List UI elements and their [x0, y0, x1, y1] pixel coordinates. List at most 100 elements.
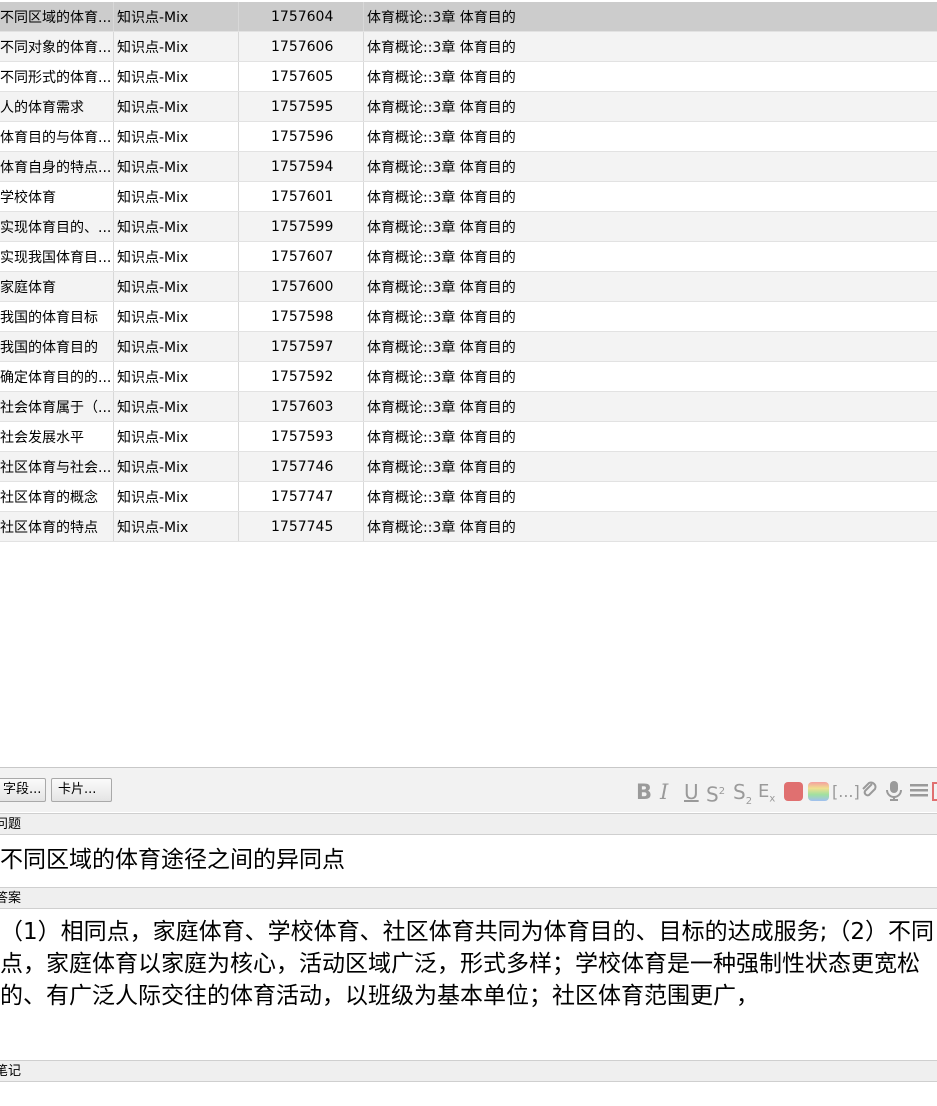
cards-button[interactable]: 卡片... [51, 778, 112, 802]
note-type-cell: 知识点-Mix [114, 452, 239, 482]
sort-field-cell: 确定体育目的的... [0, 362, 114, 392]
table-row[interactable]: 不同对象的体育...知识点-Mix1757606体育概论::3章 体育目的 [0, 32, 937, 62]
card-id-cell: 1757601 [239, 182, 364, 212]
deck-cell: 体育概论::3章 体育目的 [364, 302, 937, 332]
table-row[interactable]: 确定体育目的的...知识点-Mix1757592体育概论::3章 体育目的 [0, 362, 937, 392]
note-type-cell: 知识点-Mix [114, 182, 239, 212]
sort-field-cell: 不同对象的体育... [0, 32, 114, 62]
card-id-cell: 1757605 [239, 62, 364, 92]
card-id-cell: 1757598 [239, 302, 364, 332]
table-row[interactable]: 体育自身的特点...知识点-Mix1757594体育概论::3章 体育目的 [0, 152, 937, 182]
note-type-cell: 知识点-Mix [114, 302, 239, 332]
notes-field[interactable] [0, 1083, 937, 1106]
subscript-icon[interactable]: S2 [733, 780, 752, 804]
card-id-cell: 1757595 [239, 92, 364, 122]
card-id-cell: 1757596 [239, 122, 364, 152]
table-row[interactable]: 社区体育的概念知识点-Mix1757747体育概论::3章 体育目的 [0, 482, 937, 512]
deck-cell: 体育概论::3章 体育目的 [364, 2, 937, 32]
table-row[interactable]: 社区体育与社会...知识点-Mix1757746体育概论::3章 体育目的 [0, 452, 937, 482]
deck-cell: 体育概论::3章 体育目的 [364, 362, 937, 392]
note-type-cell: 知识点-Mix [114, 122, 239, 152]
sort-field-cell: 我国的体育目的 [0, 332, 114, 362]
superscript-icon[interactable]: S2 [706, 780, 725, 804]
sort-field-cell: 社区体育的概念 [0, 482, 114, 512]
note-type-cell: 知识点-Mix [114, 62, 239, 92]
table-row[interactable]: 实现我国体育目...知识点-Mix1757607体育概论::3章 体育目的 [0, 242, 937, 272]
highlight-icon[interactable] [808, 782, 829, 801]
menu-icon[interactable] [909, 780, 929, 804]
deck-cell: 体育概论::3章 体育目的 [364, 242, 937, 272]
attach-icon[interactable] [860, 780, 878, 804]
table-row[interactable]: 体育目的与体育...知识点-Mix1757596体育概论::3章 体育目的 [0, 122, 937, 152]
note-type-cell: 知识点-Mix [114, 362, 239, 392]
note-type-cell: 知识点-Mix [114, 422, 239, 452]
card-id-cell: 1757603 [239, 392, 364, 422]
underline-icon[interactable]: U [684, 780, 699, 804]
table-row[interactable]: 人的体育需求知识点-Mix1757595体育概论::3章 体育目的 [0, 92, 937, 122]
bold-icon[interactable]: B [636, 780, 652, 804]
card-list-body: 不同区域的体育...知识点-Mix1757604体育概论::3章 体育目的不同对… [0, 2, 937, 542]
deck-cell: 体育概论::3章 体育目的 [364, 332, 937, 362]
note-type-cell: 知识点-Mix [114, 272, 239, 302]
card-id-cell: 1757594 [239, 152, 364, 182]
editor-toolbar: 字段... 卡片... B I U S2 S2 Ex [...] [0, 768, 937, 812]
card-id-cell: 1757746 [239, 452, 364, 482]
deck-cell: 体育概论::3章 体育目的 [364, 392, 937, 422]
table-row[interactable]: 实现体育目的、...知识点-Mix1757599体育概论::3章 体育目的 [0, 212, 937, 242]
note-type-cell: 知识点-Mix [114, 2, 239, 32]
sort-field-cell: 家庭体育 [0, 272, 114, 302]
note-type-cell: 知识点-Mix [114, 242, 239, 272]
deck-cell: 体育概论::3章 体育目的 [364, 272, 937, 302]
table-row[interactable]: 学校体育知识点-Mix1757601体育概论::3章 体育目的 [0, 182, 937, 212]
card-id-cell: 1757592 [239, 362, 364, 392]
sort-field-cell: 人的体育需求 [0, 92, 114, 122]
answer-field[interactable]: （1）相同点，家庭体育、学校体育、社区体育共同为体育目的、目标的达成服务;（2）… [0, 916, 937, 1060]
deck-cell: 体育概论::3章 体育目的 [364, 452, 937, 482]
note-type-cell: 知识点-Mix [114, 212, 239, 242]
note-type-cell: 知识点-Mix [114, 92, 239, 122]
card-id-cell: 1757606 [239, 32, 364, 62]
deck-cell: 体育概论::3章 体育目的 [364, 512, 937, 542]
table-row[interactable]: 不同形式的体育...知识点-Mix1757605体育概论::3章 体育目的 [0, 62, 937, 92]
table-row[interactable]: 社会体育属于（...知识点-Mix1757603体育概论::3章 体育目的 [0, 392, 937, 422]
table-row[interactable]: 我国的体育目标知识点-Mix1757598体育概论::3章 体育目的 [0, 302, 937, 332]
note-type-cell: 知识点-Mix [114, 512, 239, 542]
sort-field-cell: 我国的体育目标 [0, 302, 114, 332]
clear-format-icon[interactable]: Ex [758, 780, 775, 804]
table-row[interactable]: 家庭体育知识点-Mix1757600体育概论::3章 体育目的 [0, 272, 937, 302]
sort-field-cell: 不同形式的体育... [0, 62, 114, 92]
sort-field-cell: 社会体育属于（... [0, 392, 114, 422]
note-type-cell: 知识点-Mix [114, 32, 239, 62]
card-id-cell: 1757597 [239, 332, 364, 362]
sort-field-cell: 社区体育与社会... [0, 452, 114, 482]
deck-cell: 体育概论::3章 体育目的 [364, 62, 937, 92]
deck-cell: 体育概论::3章 体育目的 [364, 122, 937, 152]
text-color-icon[interactable] [784, 782, 803, 801]
table-row[interactable]: 我国的体育目的知识点-Mix1757597体育概论::3章 体育目的 [0, 332, 937, 362]
table-row[interactable]: 不同区域的体育...知识点-Mix1757604体育概论::3章 体育目的 [0, 2, 937, 32]
card-id-cell: 1757607 [239, 242, 364, 272]
sort-field-cell: 实现我国体育目... [0, 242, 114, 272]
more-icon[interactable] [932, 782, 937, 801]
field-label-question: 问题 [0, 813, 937, 835]
card-id-cell: 1757600 [239, 272, 364, 302]
sort-field-cell: 学校体育 [0, 182, 114, 212]
italic-icon[interactable]: I [660, 780, 668, 804]
note-type-cell: 知识点-Mix [114, 152, 239, 182]
card-id-cell: 1757747 [239, 482, 364, 512]
cloze-icon[interactable]: [...] [832, 780, 860, 804]
note-editor: 字段... 卡片... B I U S2 S2 Ex [...] 问题 不同区域… [0, 767, 937, 1106]
note-type-cell: 知识点-Mix [114, 332, 239, 362]
note-type-cell: 知识点-Mix [114, 482, 239, 512]
deck-cell: 体育概论::3章 体育目的 [364, 152, 937, 182]
fields-button[interactable]: 字段... [0, 778, 46, 802]
record-audio-icon[interactable] [885, 780, 903, 804]
sort-field-cell: 社会发展水平 [0, 422, 114, 452]
question-field[interactable]: 不同区域的体育途径之间的异同点 [0, 836, 937, 886]
table-row[interactable]: 社区体育的特点知识点-Mix1757745体育概论::3章 体育目的 [0, 512, 937, 542]
deck-cell: 体育概论::3章 体育目的 [364, 32, 937, 62]
deck-cell: 体育概论::3章 体育目的 [364, 422, 937, 452]
deck-cell: 体育概论::3章 体育目的 [364, 212, 937, 242]
card-id-cell: 1757604 [239, 2, 364, 32]
table-row[interactable]: 社会发展水平知识点-Mix1757593体育概论::3章 体育目的 [0, 422, 937, 452]
